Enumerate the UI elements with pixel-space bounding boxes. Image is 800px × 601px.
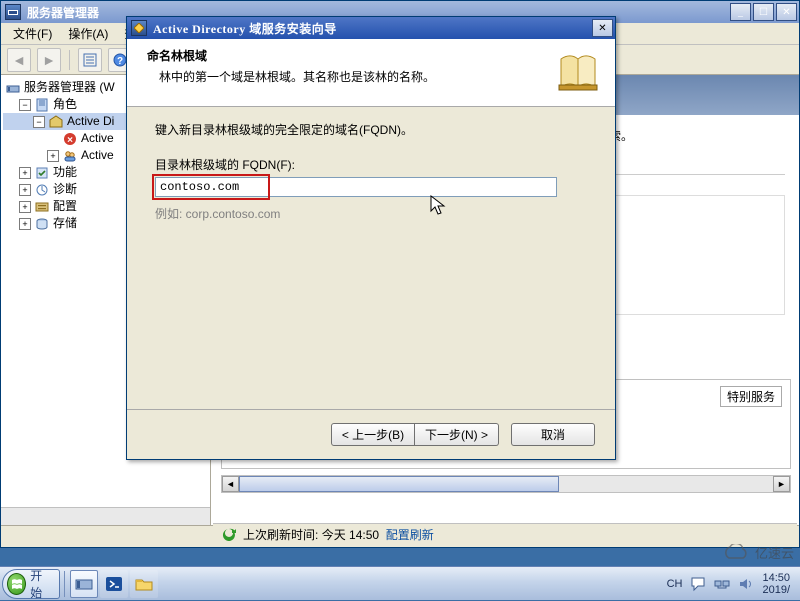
wizard-cancel-button[interactable]: 取消 — [511, 423, 595, 446]
menu-file[interactable]: 文件(F) — [5, 23, 60, 44]
hscroll-left-button[interactable]: ◄ — [222, 476, 239, 492]
start-button[interactable]: 开始 — [2, 569, 60, 599]
users-icon — [62, 149, 78, 163]
wizard-header: 命名林根域 林中的第一个域是林根域。其名称也是该林的名称。 — [127, 39, 615, 107]
tree-ad-sub1-label: Active — [81, 130, 114, 147]
windows-logo-icon — [7, 573, 26, 595]
taskbar-explorer-button[interactable] — [130, 570, 158, 598]
wizard-title: Active Directory 域服务安装向导 — [153, 20, 337, 37]
tree-diagnostics-label: 诊断 — [53, 181, 77, 198]
config-icon — [34, 200, 50, 214]
wizard-back-button[interactable]: < 上一步(B) — [331, 423, 415, 446]
tree-config-label: 配置 — [53, 198, 77, 215]
diagnostics-icon — [34, 183, 50, 197]
cloud-icon — [721, 544, 751, 562]
server-manager-icon — [5, 4, 21, 20]
fqdn-label: 目录林根级域的 FQDN(F): — [155, 156, 587, 173]
expand-icon[interactable]: + — [19, 184, 31, 196]
refresh-status-bar: 上次刷新时间: 今天 14:50 配置刷新 — [213, 523, 797, 545]
wizard-titlebar[interactable]: Active Directory 域服务安装向导 ✕ — [127, 17, 615, 39]
wizard-instruction: 键入新目录林根级域的完全限定的域名(FQDN)。 — [155, 121, 587, 138]
error-icon: × — [62, 132, 78, 146]
refresh-configure-link[interactable]: 配置刷新 — [386, 526, 434, 543]
wizard-close-button[interactable]: ✕ — [592, 19, 613, 37]
hscroll-thumb[interactable] — [239, 476, 559, 492]
tree-hscrollbar[interactable] — [1, 507, 210, 525]
network-icon[interactable] — [714, 576, 730, 592]
wizard-heading: 命名林根域 — [147, 47, 601, 64]
ad-ds-install-wizard: Active Directory 域服务安装向导 ✕ 命名林根域 林中的第一个域… — [126, 16, 616, 460]
wizard-content: 键入新目录林根级域的完全限定的域名(FQDN)。 目录林根级域的 FQDN(F)… — [127, 107, 615, 409]
toolbar-back-button[interactable]: ◄ — [7, 48, 31, 72]
fqdn-input[interactable] — [155, 177, 557, 197]
details-hscrollbar[interactable]: ◄ ► — [221, 475, 791, 493]
storage-icon — [34, 217, 50, 231]
svg-text:×: × — [67, 135, 73, 146]
features-icon — [34, 166, 50, 180]
refresh-icon — [221, 527, 237, 543]
tree-root-label: 服务器管理器 (W — [24, 79, 115, 96]
taskbar-powershell-button[interactable] — [100, 570, 128, 598]
tree-ad-label: Active Di — [67, 113, 114, 130]
taskbar-clock[interactable]: 14:50 2019/ — [762, 572, 790, 596]
tree-storage-label: 存储 — [53, 215, 77, 232]
watermark: 亿速云 — [721, 543, 794, 562]
tree-features-label: 功能 — [53, 164, 77, 181]
server-icon — [5, 81, 21, 95]
tree-roles-label: 角色 — [53, 96, 77, 113]
collapse-icon[interactable]: − — [33, 116, 45, 128]
main-title: 服务器管理器 — [27, 4, 99, 21]
main-minimize-button[interactable]: _ — [730, 3, 751, 21]
hscroll-track[interactable] — [239, 476, 773, 492]
watermark-text: 亿速云 — [755, 543, 794, 562]
svg-text:?: ? — [117, 56, 123, 67]
toolbar-forward-button[interactable]: ► — [37, 48, 61, 72]
language-indicator[interactable]: CH — [667, 578, 683, 590]
main-maximize-button[interactable]: ☐ — [753, 3, 774, 21]
action-center-icon[interactable] — [690, 576, 706, 592]
collapse-icon[interactable]: − — [19, 99, 31, 111]
taskbar-server-manager-button[interactable] — [70, 570, 98, 598]
refresh-label: 上次刷新时间: — [243, 526, 318, 543]
menu-action[interactable]: 操作(A) — [60, 23, 116, 44]
wizard-next-button[interactable]: 下一步(N) > — [415, 423, 499, 446]
hscroll-right-button[interactable]: ► — [773, 476, 790, 492]
wizard-subheading: 林中的第一个域是林根域。其名称也是该林的名称。 — [147, 68, 601, 85]
expand-icon[interactable]: + — [19, 201, 31, 213]
clock-time: 14:50 — [762, 572, 790, 584]
tree-ad-sub2-label: Active — [81, 147, 114, 164]
volume-icon[interactable] — [738, 576, 754, 592]
main-close-button[interactable]: ✕ — [776, 3, 797, 21]
taskbar-separator — [64, 571, 65, 597]
toolbar-properties-button[interactable] — [78, 48, 102, 72]
special-services-button[interactable]: 特别服务 — [720, 386, 782, 407]
expand-icon[interactable]: + — [19, 167, 31, 179]
ad-icon — [48, 115, 64, 129]
wizard-footer: < 上一步(B) 下一步(N) > 取消 — [127, 409, 615, 459]
start-label: 开始 — [30, 567, 51, 601]
refresh-time: 今天 14:50 — [322, 526, 379, 543]
system-tray: CH 14:50 2019/ — [657, 567, 800, 600]
clock-date: 2019/ — [762, 584, 790, 596]
expand-icon[interactable]: + — [47, 150, 59, 162]
book-icon — [555, 49, 601, 95]
wizard-icon — [131, 20, 147, 36]
toolbar-separator — [69, 50, 70, 70]
fqdn-example: 例如: corp.contoso.com — [155, 205, 587, 222]
taskbar: 开始 CH 14:50 2019/ — [0, 566, 800, 600]
expand-icon[interactable]: + — [19, 218, 31, 230]
roles-icon — [34, 98, 50, 112]
